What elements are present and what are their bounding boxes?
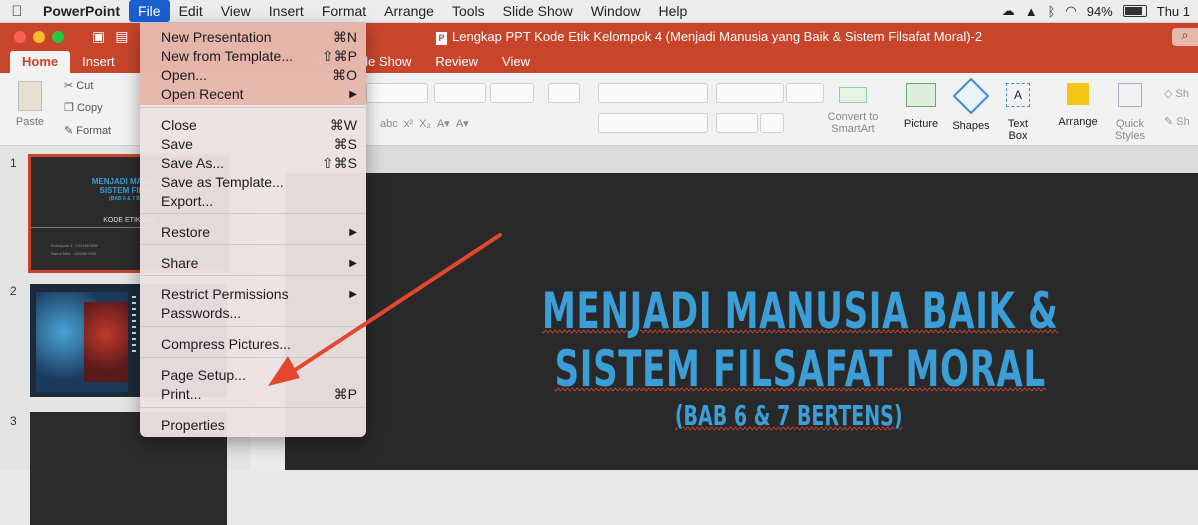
arrow-shaft — [290, 233, 502, 374]
annotation-arrow — [268, 233, 502, 386]
arrow-head-icon — [268, 356, 300, 386]
